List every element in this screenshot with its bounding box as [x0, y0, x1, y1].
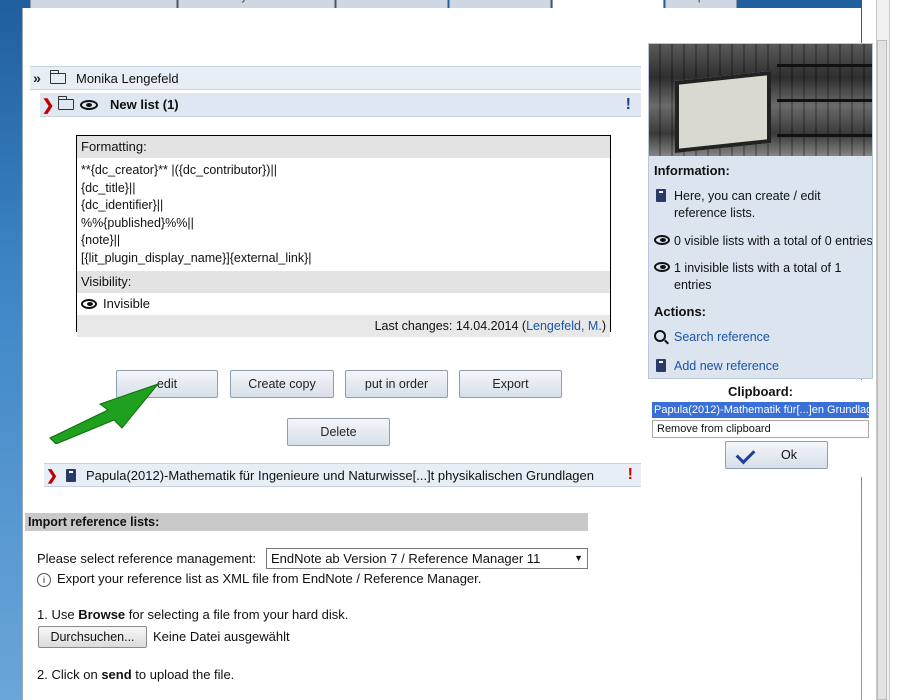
visibility-value-row: Invisible: [77, 293, 610, 315]
exclamation-icon: !: [627, 466, 633, 483]
format-line: {dc_identifier}||: [81, 198, 164, 212]
format-line: {note}||: [81, 233, 121, 247]
book-icon: [654, 188, 674, 222]
eye-icon: [81, 299, 97, 309]
user-name[interactable]: Monika Lengefeld: [76, 71, 179, 86]
chevron-down-icon[interactable]: ❯: [40, 96, 56, 114]
green-arrow-annotation: [49, 382, 160, 444]
step1-text-c: for selecting a file from your hard disk…: [125, 607, 349, 622]
eye-icon: [654, 260, 674, 294]
info-item: Here, you can create / edit reference li…: [654, 188, 869, 222]
scrollbar-thumb[interactable]: [877, 40, 887, 700]
invisible-eye-icon: [80, 99, 98, 110]
select-value: EndNote ab Version 7 / Reference Manager…: [271, 551, 541, 566]
actions-heading: Actions:: [654, 304, 706, 319]
last-changes-text: Last changes: 14.04.2014 (: [374, 319, 527, 333]
library-photo: [649, 44, 872, 156]
delete-button[interactable]: Delete: [287, 418, 390, 446]
chevron-right-icon[interactable]: ❯: [44, 467, 60, 484]
browse-button[interactable]: Durchsuchen...: [38, 626, 147, 648]
reference-row[interactable]: ❯ Papula(2012)-Mathematik für Ingenieure…: [44, 463, 641, 487]
author-link[interactable]: Lengefeld, M.: [526, 319, 602, 333]
invisible-lists-text: 1 invisible lists with a total of 1 entr…: [674, 261, 842, 292]
folder-icon: [49, 69, 66, 84]
step1-text-b: Browse: [78, 607, 126, 622]
format-line: [{lit_plugin_display_name}]{external_lin…: [81, 250, 312, 265]
info-icon: i: [37, 572, 51, 587]
last-changes: Last changes: 14.04.2014 (Lengefeld, M.): [77, 315, 610, 337]
clipboard-panel: Clipboard: Papula(2012)-Mathematik für[.…: [648, 380, 873, 477]
add-reference-link[interactable]: Add new reference: [654, 358, 869, 377]
visible-lists-item: 0 visible lists with a total of 0 entrie…: [654, 233, 872, 250]
clipboard-heading: Clipboard:: [728, 384, 793, 399]
list-title[interactable]: New list (1): [110, 97, 179, 112]
shelf-decoration: [777, 99, 872, 102]
add-book-icon: [654, 358, 674, 377]
format-line: {dc_title}||: [81, 180, 136, 195]
clipboard-action-select[interactable]: Remove from clipboard: [652, 420, 869, 438]
visibility-heading: Visibility:: [77, 271, 610, 293]
info-text: Here, you can create / edit reference li…: [674, 189, 821, 220]
formatting-heading: Formatting:: [77, 136, 610, 158]
last-changes-end: ): [601, 319, 606, 333]
step2-text-a: 2. Click on: [37, 667, 102, 682]
create-copy-button[interactable]: Create copy: [230, 370, 334, 398]
checkmark-icon: [735, 444, 756, 465]
exclamation-icon: !: [625, 95, 631, 113]
search-reference-link[interactable]: Search reference: [654, 329, 869, 347]
shelf-decoration: [777, 134, 872, 137]
add-reference-label[interactable]: Add new reference: [674, 358, 779, 377]
tree-user-row[interactable]: » Monika Lengefeld: [30, 66, 641, 90]
reference-manager-select[interactable]: EndNote ab Version 7 / Reference Manager…: [266, 548, 588, 569]
invisible-lists-item: 1 invisible lists with a total of 1 entr…: [654, 260, 869, 294]
ok-label: Ok: [781, 448, 797, 462]
format-line: **{dc_creator}** |({dc_contributor})||: [81, 163, 277, 177]
search-reference-label[interactable]: Search reference: [674, 329, 770, 347]
shelf-decoration: [777, 64, 872, 67]
info-heading: Information:: [654, 163, 730, 178]
visible-lists-text: 0 visible lists with a total of 0 entrie…: [674, 234, 873, 248]
import-heading: Import reference lists:: [25, 513, 588, 531]
visibility-value: Invisible: [103, 296, 150, 311]
folder-icon: [57, 96, 74, 110]
export-button[interactable]: Export: [459, 370, 562, 398]
tree-list-row[interactable]: ❯ New list (1) !: [40, 93, 641, 117]
book-icon: [66, 468, 76, 482]
clipboard-selected-item[interactable]: Papula(2012)-Mathematik für[...]en Grund…: [652, 402, 869, 418]
eye-icon: [654, 233, 674, 250]
list-details-box: Formatting: **{dc_creator}** |({dc_contr…: [76, 135, 611, 337]
step-1: 1. Use Browse for selecting a file from …: [37, 607, 348, 622]
select-label: Please select reference management:: [37, 551, 256, 566]
export-hint: i Export your reference list as XML file …: [37, 571, 481, 587]
put-in-order-button[interactable]: put in order: [345, 370, 448, 398]
format-line: %%{published}%%||: [81, 215, 194, 230]
monitor-decoration: [675, 70, 771, 154]
search-icon: [654, 329, 674, 347]
step2-text-c: to upload the file.: [131, 667, 235, 682]
chevron-right-icon[interactable]: »: [30, 70, 44, 86]
info-sidebar: Information: Here, you can create / edit…: [648, 43, 873, 379]
step2-text-b: send: [101, 667, 132, 682]
no-file-label: Keine Datei ausgewählt: [153, 629, 290, 644]
step1-text-a: 1. Use: [37, 607, 79, 622]
step-2: 2. Click on send to upload the file.: [37, 667, 234, 682]
reference-title[interactable]: Papula(2012)-Mathematik für Ingenieure u…: [86, 468, 594, 483]
ok-button[interactable]: Ok: [725, 441, 828, 469]
dropdown-caret-icon: ▼: [574, 553, 583, 563]
hint-text: Export your reference list as XML file f…: [57, 571, 482, 586]
